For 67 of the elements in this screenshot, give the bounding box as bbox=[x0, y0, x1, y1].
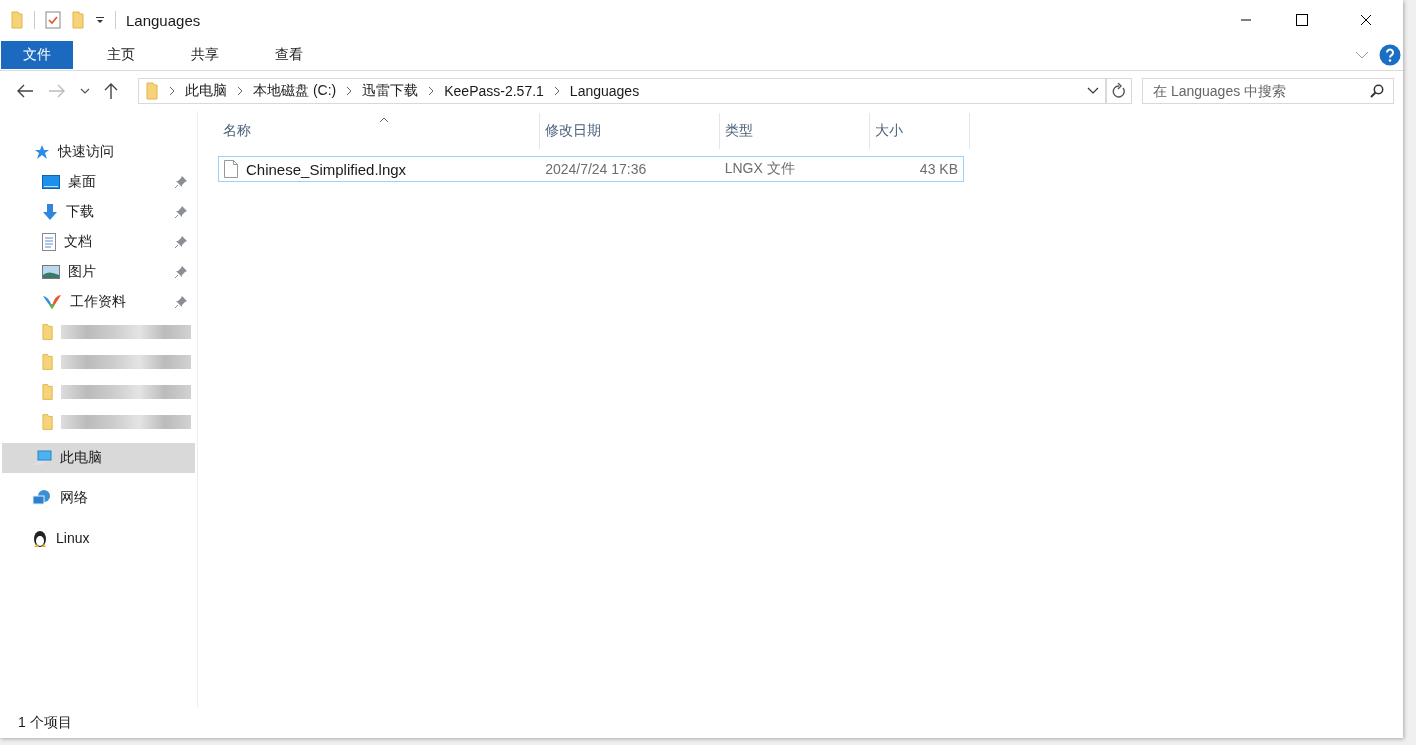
sidebar-item[interactable]: 桌面 bbox=[0, 167, 197, 197]
chevron-right-icon[interactable] bbox=[237, 86, 243, 96]
search-icon[interactable] bbox=[1370, 84, 1384, 98]
chevron-down-icon[interactable] bbox=[1087, 87, 1099, 95]
chevron-right-icon[interactable] bbox=[553, 86, 560, 96]
ribbon-tab[interactable]: 主页 bbox=[85, 41, 157, 69]
ribbon-tab[interactable]: 共享 bbox=[169, 41, 241, 69]
column-header[interactable]: 名称 bbox=[218, 113, 540, 149]
sidebar-item[interactable]: Linux bbox=[0, 523, 197, 553]
chevron-right-icon[interactable] bbox=[428, 86, 435, 96]
sidebar-item[interactable]: 工作资料 bbox=[0, 287, 197, 317]
chevron-right-icon[interactable] bbox=[169, 86, 175, 96]
folder-icon bbox=[145, 82, 159, 100]
sidebar-item[interactable]: 文档 bbox=[0, 227, 197, 257]
pin-icon[interactable] bbox=[175, 266, 187, 278]
file-icon bbox=[224, 160, 238, 178]
status-text: 1 个项目 bbox=[18, 714, 72, 732]
image-icon bbox=[42, 265, 60, 279]
download-icon bbox=[42, 204, 58, 220]
chevron-right-icon[interactable] bbox=[346, 86, 353, 96]
column-header[interactable]: 修改日期 bbox=[540, 113, 720, 149]
dropdown-icon[interactable] bbox=[95, 15, 105, 25]
sidebar-item[interactable]: 网络 bbox=[0, 483, 197, 513]
document-icon bbox=[42, 233, 56, 251]
sidebar-item[interactable]: 下载 bbox=[0, 197, 197, 227]
butterfly-icon bbox=[42, 293, 62, 311]
pin-icon[interactable] bbox=[175, 176, 187, 188]
close-icon bbox=[1360, 14, 1372, 26]
table-cell: Chinese_Simplified.lngx bbox=[246, 160, 407, 178]
sidebar-item[interactable]: 此电脑 bbox=[2, 443, 195, 473]
table-cell: 2024/7/24 17:36 bbox=[545, 161, 647, 177]
monitor-icon bbox=[42, 175, 60, 189]
refresh-icon bbox=[1112, 83, 1126, 99]
network-icon bbox=[32, 489, 52, 507]
pin-icon[interactable] bbox=[175, 236, 187, 248]
search-field[interactable]: 在 Languages 中搜索 bbox=[1142, 78, 1394, 104]
ribbon-tab[interactable]: 文件 bbox=[1, 41, 73, 69]
sidebar-item[interactable]: 图片 bbox=[0, 257, 197, 287]
sidebar-item[interactable]: 快速访问 bbox=[0, 137, 197, 167]
folder-icon bbox=[42, 353, 54, 371]
refresh-button[interactable] bbox=[1106, 78, 1132, 104]
address-bar[interactable]: 此电脑 本地磁盘 (C:) 迅雷下载 KeePass-2.57.1 Languages bbox=[138, 78, 1106, 104]
column-header[interactable]: 大小 bbox=[870, 113, 970, 149]
breadcrumb-item[interactable]: KeePass-2.57.1 bbox=[444, 83, 544, 99]
folder-icon bbox=[42, 413, 54, 431]
maximize-icon bbox=[1296, 14, 1308, 26]
column-header[interactable]: 类型 bbox=[720, 113, 870, 149]
up-arrow-icon[interactable] bbox=[104, 82, 118, 100]
pin-icon[interactable] bbox=[175, 296, 187, 308]
window-title: Languages bbox=[126, 11, 201, 29]
help-icon[interactable] bbox=[1379, 44, 1401, 66]
back-arrow-icon[interactable] bbox=[16, 84, 34, 98]
checklist-icon[interactable] bbox=[45, 11, 61, 29]
pin-icon[interactable] bbox=[175, 206, 187, 218]
table-cell: 43 KB bbox=[919, 161, 958, 177]
folder-icon bbox=[42, 323, 54, 341]
ribbon-tab[interactable]: 查看 bbox=[253, 41, 325, 69]
breadcrumb-item[interactable]: 此电脑 bbox=[185, 82, 227, 100]
folder-icon bbox=[42, 383, 54, 401]
breadcrumb-item[interactable]: Languages bbox=[569, 83, 640, 99]
computer-icon bbox=[32, 450, 52, 466]
file-row[interactable]: Chinese_Simplified.lngx 2024/7/24 17:36 LNGX 文件 43 KB bbox=[218, 156, 964, 182]
penguin-icon bbox=[32, 528, 48, 548]
table-cell: LNGX 文件 bbox=[724, 160, 795, 178]
breadcrumb-item[interactable]: 本地磁盘 (C:) bbox=[253, 82, 337, 100]
chevron-down-icon[interactable] bbox=[80, 88, 90, 94]
breadcrumb-item[interactable]: 迅雷下载 bbox=[362, 82, 419, 100]
